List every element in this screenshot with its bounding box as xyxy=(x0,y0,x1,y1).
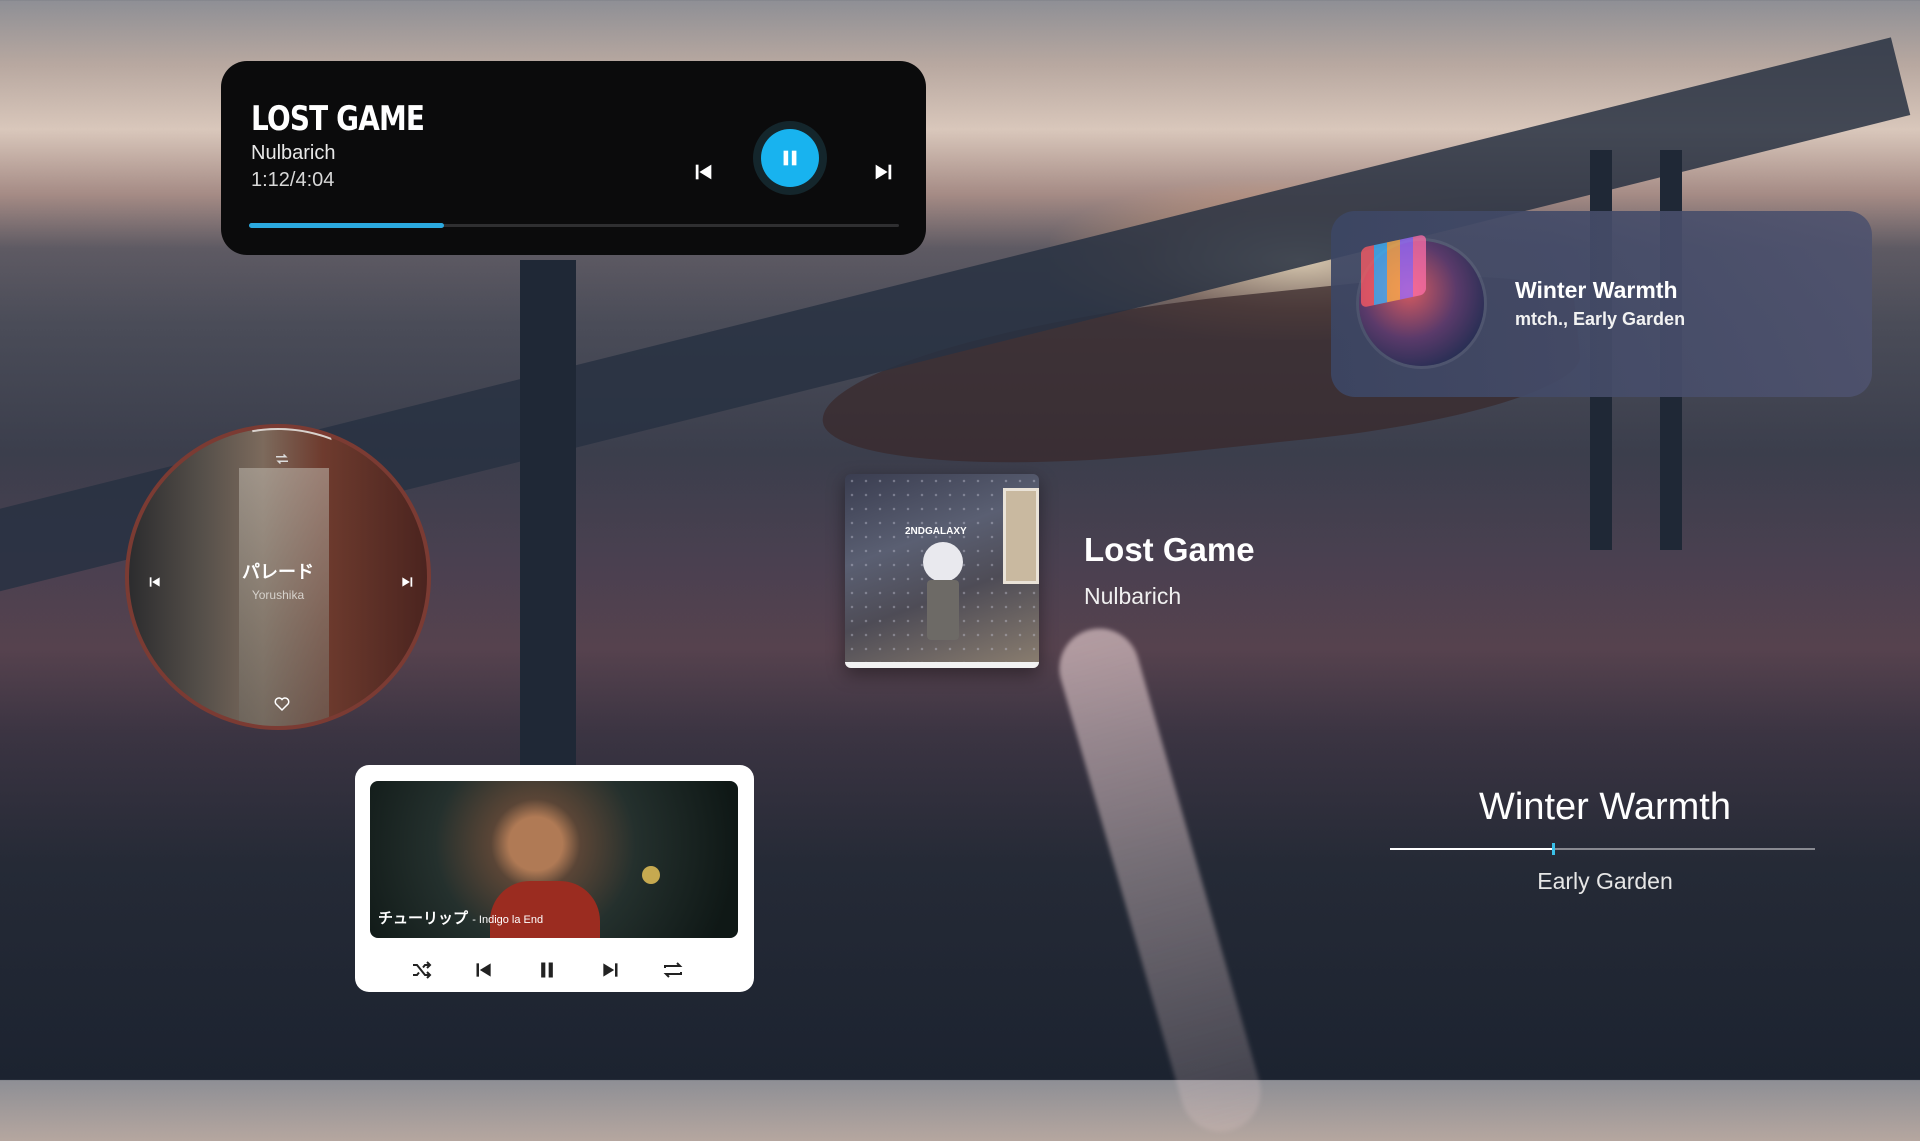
track-artist: - Indigo la End xyxy=(472,914,544,926)
skip-previous-icon xyxy=(695,164,712,180)
skip-previous-icon xyxy=(476,963,491,977)
album-art-label: 2NDGALAXY xyxy=(905,526,967,537)
repeat-icon xyxy=(663,962,683,978)
track-artist: Nulbarich xyxy=(1084,583,1182,609)
card-progress-bar xyxy=(845,662,1039,668)
repeat-button[interactable] xyxy=(271,448,293,470)
glass-player-widget: Winter Warmth mtch., Early Garden xyxy=(1331,211,1872,397)
progress-bar[interactable] xyxy=(249,223,899,228)
track-artist: Yorushika xyxy=(251,588,305,602)
previous-button[interactable] xyxy=(144,571,166,593)
skip-next-icon xyxy=(875,164,892,180)
progress-bar[interactable] xyxy=(1390,843,1815,855)
skip-next-icon xyxy=(402,577,413,587)
track-caption: チューリップ - Indigo la End xyxy=(378,907,543,928)
next-button[interactable] xyxy=(595,955,625,985)
track-title: LOST GAME xyxy=(251,99,425,139)
pause-button[interactable] xyxy=(532,955,562,985)
pause-icon xyxy=(541,962,553,978)
track-time: 1:12/4:04 xyxy=(251,169,335,191)
track-subtitle: mtch., Early Garden xyxy=(1515,309,1686,329)
window-illustration xyxy=(1003,488,1039,584)
shuffle-button[interactable] xyxy=(407,955,437,985)
album-art[interactable]: チューリップ - Indigo la End xyxy=(370,781,738,938)
like-button[interactable] xyxy=(271,693,293,715)
white-player-widget: チューリップ - Indigo la End xyxy=(355,765,754,992)
track-artist: Nulbarich xyxy=(251,142,336,164)
repeat-icon xyxy=(276,453,288,465)
progress-fill xyxy=(1390,848,1552,850)
track-title: Lost Game xyxy=(1084,531,1255,568)
skip-previous-icon xyxy=(149,577,160,587)
track-title: Winter Warmth xyxy=(1479,786,1731,828)
shuffle-icon xyxy=(413,961,432,979)
top-player-widget: LOST GAME Nulbarich 1:12/4:04 xyxy=(221,61,926,255)
skip-next-icon xyxy=(603,963,618,977)
next-button[interactable] xyxy=(396,571,418,593)
progress-fill xyxy=(249,223,444,228)
album-art-card[interactable]: 2NDGALAXY xyxy=(845,474,1039,668)
repeat-button[interactable] xyxy=(658,955,688,985)
play-pause-button[interactable] xyxy=(753,121,827,195)
track-title: パレード xyxy=(242,562,314,582)
previous-button[interactable] xyxy=(469,955,499,985)
boat-wake xyxy=(1049,619,1271,1141)
pause-icon xyxy=(783,150,797,166)
track-title: Winter Warmth xyxy=(1515,277,1678,303)
track-artist: Early Garden xyxy=(1537,868,1673,894)
astronaut-helmet xyxy=(923,542,963,582)
controls xyxy=(355,955,754,985)
astronaut-body xyxy=(927,580,959,640)
bridge-tower xyxy=(520,260,576,780)
progress-knob[interactable] xyxy=(1551,843,1555,855)
round-player-widget: パレード Yorushika xyxy=(125,424,431,730)
next-button[interactable] xyxy=(867,156,899,188)
heart-icon xyxy=(274,697,290,712)
previous-button[interactable] xyxy=(688,156,720,188)
track-title: チューリップ xyxy=(378,910,469,927)
